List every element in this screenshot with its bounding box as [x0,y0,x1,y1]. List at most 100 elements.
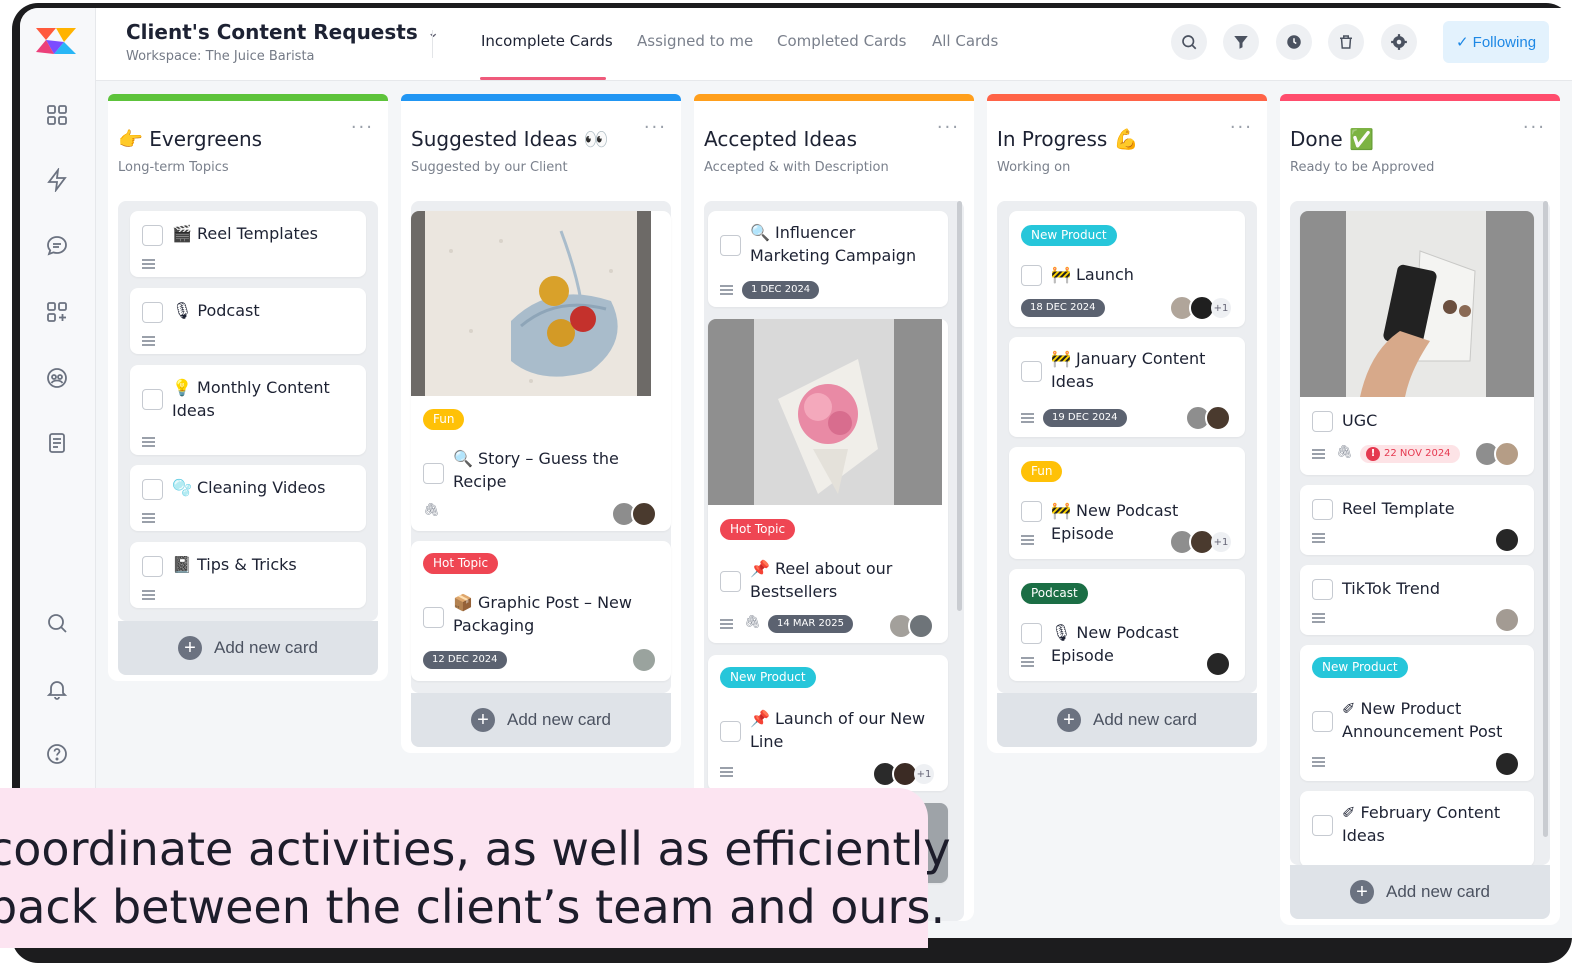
card[interactable]: TikTok Trend [1300,565,1534,635]
search-icon[interactable] [42,608,72,638]
card[interactable]: Hot Topic 📌 Reel about our Bestsellers 🖇… [708,319,948,643]
tab-all-cards[interactable]: All Cards [932,32,998,50]
card-checkbox[interactable] [1021,265,1042,286]
apps-add-icon[interactable] [42,297,72,327]
card-checkbox[interactable] [423,463,444,484]
dashboard-icon[interactable] [42,100,72,130]
card-checkbox[interactable] [142,556,163,577]
card[interactable]: 💡 Monthly Content Ideas [130,365,366,455]
more-options-icon[interactable]: ··· [1230,117,1253,138]
card-checkbox[interactable] [720,721,741,742]
due-date-badge[interactable]: 14 MAR 2025 [768,615,853,633]
card[interactable]: 🫧 Cleaning Videos [130,465,366,531]
gear-icon[interactable] [1381,24,1417,60]
assignees[interactable] [631,647,657,673]
tag-hot-topic[interactable]: Hot Topic [720,519,796,540]
board-title[interactable]: Client's Content Requests ⌄ [126,20,439,44]
card[interactable]: Reel Template [1300,485,1534,555]
tab-assigned-to-me[interactable]: Assigned to me [637,32,753,50]
card-checkbox[interactable] [720,571,741,592]
document-icon[interactable] [42,428,72,458]
scrollbar[interactable] [1543,201,1548,837]
more-options-icon[interactable]: ··· [351,117,374,138]
tag-fun[interactable]: Fun [423,409,465,430]
due-date-badge[interactable]: 18 DEC 2024 [1021,299,1105,317]
card[interactable]: ✐ February Content Ideas [1300,791,1534,867]
card-checkbox[interactable] [1021,361,1042,382]
card[interactable]: 🚧 January Content Ideas 19 DEC 2024 [1009,337,1245,437]
tag-hot-topic[interactable]: Hot Topic [423,553,499,574]
chat-icon[interactable] [42,231,72,261]
add-new-card-button[interactable]: + Add new card [118,621,378,675]
add-new-card-button[interactable]: + Add new card [411,693,671,747]
card-title: 🎙 Podcast [172,301,260,320]
more-options-icon[interactable]: ··· [644,117,667,138]
card-checkbox[interactable] [142,302,163,323]
card-checkbox[interactable] [1312,411,1333,432]
card-checkbox[interactable] [142,479,163,500]
card-checkbox[interactable] [1312,579,1333,600]
card[interactable]: Fun 🚧 New Podcast Episode +1 [1009,447,1245,559]
tag-podcast[interactable]: Podcast [1021,583,1088,604]
assignees[interactable] [1494,527,1520,553]
users-icon[interactable] [42,363,72,393]
card[interactable]: 🎬 Reel Templates [130,211,366,277]
due-date-badge[interactable]: 19 DEC 2024 [1043,409,1127,427]
card-checkbox[interactable] [720,235,741,256]
scrollbar[interactable] [957,201,962,611]
assignees[interactable]: +1 [872,761,934,787]
card-checkbox[interactable] [1021,623,1042,644]
assignees[interactable] [888,613,934,639]
assignees[interactable] [611,501,657,527]
card[interactable]: 📓 Tips & Tricks [130,542,366,608]
card[interactable]: New Product 🚧 Launch 18 DEC 2024 +1 [1009,211,1245,327]
filter-icon[interactable] [1223,24,1259,60]
app-logo[interactable] [34,22,78,58]
tag-new-product[interactable]: New Product [720,667,816,688]
lightning-icon[interactable] [42,165,72,195]
search-icon[interactable] [1171,24,1207,60]
assignees[interactable] [1205,651,1231,677]
tag-fun[interactable]: Fun [1021,461,1063,482]
following-button[interactable]: ✓ Following [1443,21,1549,63]
assignees[interactable] [1185,405,1231,431]
tag-new-product[interactable]: New Product [1312,657,1408,678]
card-checkbox[interactable] [1312,815,1333,836]
more-options-icon[interactable]: ··· [937,117,960,138]
card-checkbox[interactable] [1312,711,1333,732]
due-date-badge[interactable]: 12 DEC 2024 [423,651,507,669]
card-checkbox[interactable] [1312,499,1333,520]
card[interactable]: Hot Topic 📦 Graphic Post – New Packaging… [411,541,671,681]
card-checkbox[interactable] [423,607,444,628]
tag-new-product[interactable]: New Product [1021,225,1117,246]
description-icon [720,767,733,777]
clock-icon[interactable] [1276,24,1312,60]
card-checkbox[interactable] [142,225,163,246]
card[interactable]: 🔍 Influencer Marketing Campaign 1 DEC 20… [708,211,948,307]
description-icon [1312,449,1325,459]
tab-completed-cards[interactable]: Completed Cards [777,32,907,50]
assignees[interactable]: +1 [1169,295,1231,321]
card[interactable]: UGC 🖇 22 NOV 2024 [1300,211,1534,475]
card[interactable]: 🎙 Podcast [130,288,366,354]
bell-icon[interactable] [42,674,72,704]
card-checkbox[interactable] [142,389,163,410]
card[interactable]: New Product 📌 Launch of our New Line +1 [708,655,948,791]
overdue-date-badge[interactable]: 22 NOV 2024 [1360,445,1460,463]
card[interactable]: Fun 🔍 Story – Guess the Recipe 🖇 [411,211,671,531]
help-icon[interactable] [42,739,72,769]
tab-incomplete-cards[interactable]: Incomplete Cards [481,32,613,50]
card-checkbox[interactable] [1021,501,1042,522]
more-options-icon[interactable]: ··· [1523,117,1546,138]
card[interactable]: New Product ✐ New Product Announcement P… [1300,645,1534,781]
chevron-down-icon[interactable]: ⌄ [428,26,439,41]
due-date-badge[interactable]: 1 DEC 2024 [742,281,820,299]
assignees[interactable] [1494,751,1520,777]
card[interactable]: Podcast 🎙 New Podcast Episode [1009,569,1245,681]
assignees[interactable]: +1 [1169,529,1231,555]
add-new-card-button[interactable]: + Add new card [1290,865,1550,919]
assignees[interactable] [1494,607,1520,633]
assignees[interactable] [1474,441,1520,467]
add-new-card-button[interactable]: + Add new card [997,693,1257,747]
trash-icon[interactable] [1328,24,1364,60]
